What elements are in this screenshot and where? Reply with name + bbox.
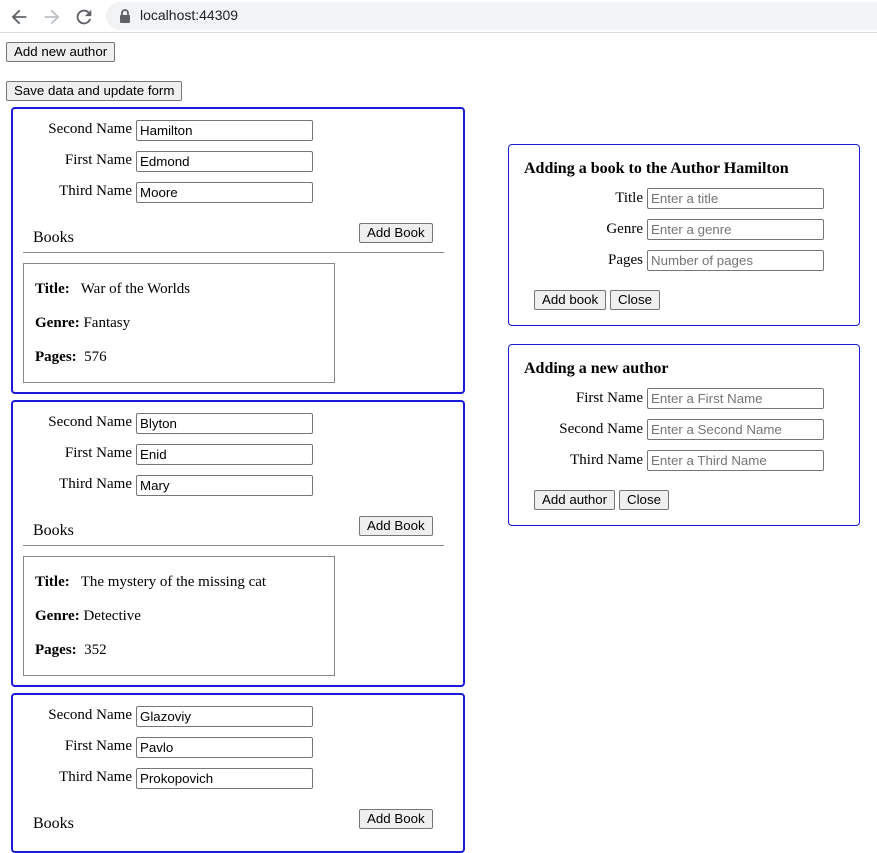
third-name-label: Third Name (59, 183, 132, 199)
author-card: Second Name First Name Third Name Books … (11, 693, 465, 853)
second-name-label: Second Name (48, 707, 132, 723)
third-name-label: Third Name (59, 476, 132, 492)
new-third-name-input[interactable] (647, 450, 824, 471)
book-title-label: Title: (35, 281, 70, 297)
add-author-panel: Adding a new author First Name Second Na… (508, 344, 860, 526)
book-genre-input[interactable] (647, 219, 824, 240)
first-name-input[interactable] (136, 444, 313, 465)
book-title-value: War of the Worlds (80, 281, 191, 297)
book-title-row: Title: The mystery of the missing cat (35, 574, 266, 591)
first-name-input[interactable] (136, 737, 313, 758)
books-label: Books (33, 522, 74, 539)
book-genre-label: Genre: (35, 608, 80, 624)
book-card: Title: The mystery of the missing cat Ge… (23, 556, 335, 676)
book-title-row: Title: War of the Worlds (35, 281, 190, 298)
book-pages-value: 352 (84, 642, 107, 658)
book-title-value: The mystery of the missing cat (80, 574, 267, 590)
second-name-label: Second Name (48, 414, 132, 430)
book-title-label: Title: (35, 574, 70, 590)
book-pages-row: Pages: 576 (35, 349, 107, 366)
forward-arrow-icon[interactable] (41, 6, 63, 28)
close-add-author-button[interactable]: Close (619, 490, 669, 510)
second-name-input[interactable] (136, 413, 313, 434)
back-arrow-icon[interactable] (8, 6, 30, 28)
book-pages-input[interactable] (647, 250, 824, 271)
add-book-panel-title: Adding a book to the Author Hamilton (524, 160, 789, 177)
url-text: localhost:44309 (140, 7, 239, 23)
books-divider (23, 545, 444, 546)
author-card: Second Name First Name Third Name Books … (11, 107, 465, 394)
second-name-input[interactable] (136, 706, 313, 727)
close-add-book-button[interactable]: Close (610, 290, 660, 310)
add-book-submit-button[interactable]: Add book (534, 290, 607, 310)
second-name-input[interactable] (136, 120, 313, 141)
book-pages-value: 576 (84, 349, 107, 365)
third-name-input[interactable] (136, 768, 313, 789)
first-name-label: First Name (64, 738, 132, 754)
address-bar[interactable]: localhost:44309 (106, 2, 877, 30)
book-genre-row: Genre: Detective (35, 608, 141, 625)
book-genre-label: Genre: (35, 315, 80, 331)
book-pages-field-label: Pages (608, 252, 643, 268)
book-card: Title: War of the Worlds Genre: Fantasy … (23, 263, 335, 383)
book-genre-value: Fantasy (83, 315, 131, 331)
add-book-button[interactable]: Add Book (359, 809, 433, 829)
books-label: Books (33, 229, 74, 246)
book-genre-value: Detective (83, 608, 141, 624)
add-book-button[interactable]: Add Book (359, 223, 433, 243)
second-name-label: Second Name (48, 121, 132, 137)
third-name-label: Third Name (59, 769, 132, 785)
third-name-input[interactable] (136, 475, 313, 496)
first-name-label: First Name (64, 445, 132, 461)
new-first-name-input[interactable] (647, 388, 824, 409)
author-card: Second Name First Name Third Name Books … (11, 400, 465, 687)
reload-icon[interactable] (73, 6, 95, 28)
add-new-author-button[interactable]: Add new author (6, 42, 116, 62)
third-name-input[interactable] (136, 182, 313, 203)
lock-icon (118, 8, 132, 24)
new-second-name-label: Second Name (559, 421, 643, 437)
add-author-submit-button[interactable]: Add author (534, 490, 616, 510)
add-book-panel: Adding a book to the Author Hamilton Tit… (508, 144, 860, 326)
first-name-input[interactable] (136, 151, 313, 172)
new-second-name-input[interactable] (647, 419, 824, 440)
book-pages-label: Pages: (35, 642, 77, 658)
book-title-input[interactable] (647, 188, 824, 209)
first-name-label: First Name (64, 152, 132, 168)
add-author-panel-title: Adding a new author (524, 360, 669, 377)
books-label: Books (33, 815, 74, 832)
book-title-field-label: Title (615, 190, 643, 206)
new-third-name-label: Third Name (570, 452, 643, 468)
save-data-button[interactable]: Save data and update form (6, 81, 183, 101)
new-first-name-label: First Name (575, 390, 643, 406)
book-pages-row: Pages: 352 (35, 642, 107, 659)
book-pages-label: Pages: (35, 349, 77, 365)
book-genre-row: Genre: Fantasy (35, 315, 130, 332)
browser-toolbar: localhost:44309 (0, 0, 877, 33)
add-book-button[interactable]: Add Book (359, 516, 433, 536)
books-divider (23, 252, 444, 253)
book-genre-field-label: Genre (606, 221, 643, 237)
